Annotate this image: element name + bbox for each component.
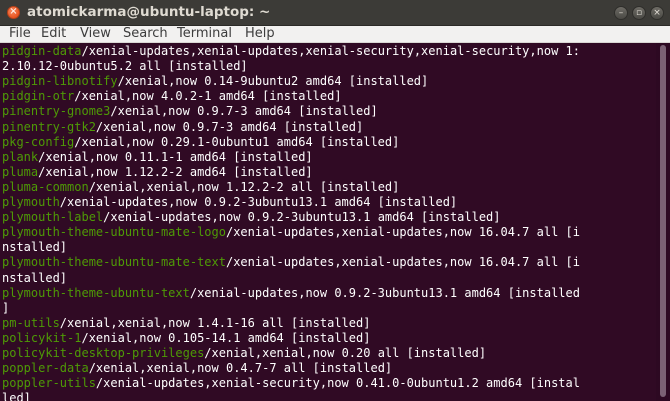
package-name: pidgin-libnotify xyxy=(2,74,118,89)
minimize-button[interactable]: – xyxy=(614,6,628,20)
terminal-line: poppler-utils/xenial-updates,xenial-secu… xyxy=(2,376,580,391)
package-details: /xenial,xenial,now 1.12.2-2 all [install… xyxy=(88,179,400,194)
package-name: pidgin-data xyxy=(2,44,82,58)
scrollbar-thumb[interactable] xyxy=(660,45,666,397)
package-details: nstalled] xyxy=(2,240,68,255)
title-bar[interactable]: × atomickarma@ubuntu-laptop: ~ – ▫ × xyxy=(0,0,670,26)
terminal-line: 2.10.12-0ubuntu5.2 all [installed] xyxy=(2,59,248,74)
terminal-line: plymouth/xenial-updates,now 0.9.2-3ubunt… xyxy=(2,195,457,210)
terminal-line: pm-utils/xenial,xenial,now 1.4.1-16 all … xyxy=(2,316,370,331)
terminal-line: plymouth-theme-ubuntu-mate-text/xenial-u… xyxy=(2,255,580,270)
terminal-line: pluma-common/xenial,xenial,now 1.12.2-2 … xyxy=(2,180,399,195)
package-name: pinentry-gtk2 xyxy=(2,119,96,134)
package-details: /xenial-updates,xenial-updates,now 16.04… xyxy=(225,225,580,240)
package-details: /xenial,now 0.105-14.1 amd64 [installed] xyxy=(81,330,371,345)
package-details: /xenial,xenial,now 1.4.1-16 all [install… xyxy=(59,315,371,330)
package-details: /xenial,now 0.9.7-3 amd64 [installed] xyxy=(110,104,378,119)
package-name: plymouth-theme-ubuntu-text xyxy=(2,285,190,300)
terminal-line: nstalled] xyxy=(2,240,67,255)
minimize-icon: – xyxy=(618,8,624,18)
package-details: nstalled] xyxy=(2,270,68,285)
package-name: poppler-data xyxy=(2,361,89,376)
package-details: /xenial,xenial,now 0.4.7-7 all [installe… xyxy=(88,361,393,376)
package-name: plymouth-label xyxy=(2,210,104,225)
package-details: /xenial-updates,xenial-updates,now 16.04… xyxy=(225,255,580,270)
terminal-line: plymouth-theme-ubuntu-text/xenial-update… xyxy=(2,286,580,301)
terminal-window: × atomickarma@ubuntu-laptop: ~ – ▫ × Fil… xyxy=(0,0,670,401)
menu-file[interactable]: File xyxy=(9,26,31,42)
terminal-line: pidgin-libnotify/xenial,now 0.14-9ubuntu… xyxy=(2,74,428,89)
package-details: ] xyxy=(2,300,10,315)
package-name: pidgin-otr xyxy=(2,89,75,104)
package-name: poppler-utils xyxy=(2,376,96,391)
package-name: pinentry-gnome3 xyxy=(2,104,111,119)
package-name: pm-utils xyxy=(2,315,60,330)
package-name: pluma xyxy=(2,164,39,179)
package-name: plymouth xyxy=(2,195,60,209)
terminal-line: pkg-config/xenial,now 0.29.1-0ubuntu1 am… xyxy=(2,135,399,150)
maximize-icon: ▫ xyxy=(635,8,643,18)
package-details: /xenial-updates,xenial-security,now 0.41… xyxy=(95,376,580,391)
terminal-line: plymouth-theme-ubuntu-mate-logo/xenial-u… xyxy=(2,225,580,240)
terminal-line: ] xyxy=(2,301,9,316)
package-name: policykit-desktop-privileges xyxy=(2,346,205,360)
terminal-line: pidgin-data/xenial-updates,xenial-update… xyxy=(2,44,580,59)
scrollbar[interactable] xyxy=(656,43,670,401)
package-details: /xenial,now 0.29.1-0ubuntu1 amd64 [insta… xyxy=(74,134,400,149)
close-window-button[interactable]: × xyxy=(650,6,664,20)
terminal-line: pluma/xenial,now 1.12.2-2 amd64 [install… xyxy=(2,165,313,180)
package-details: /xenial,now 4.0.2-1 amd64 [installed] xyxy=(74,89,342,104)
package-name: plank xyxy=(2,149,39,164)
menu-edit[interactable]: Edit xyxy=(41,26,66,42)
menu-terminal[interactable]: Terminal xyxy=(177,26,232,42)
close-window-icon: × xyxy=(653,8,661,18)
package-details: /xenial,xenial,now 0.20 all [installed] xyxy=(204,346,487,360)
terminal-line: poppler-data/xenial,xenial,now 0.4.7-7 a… xyxy=(2,361,392,376)
terminal-line: led] xyxy=(2,391,31,401)
package-name: policykit-1 xyxy=(2,330,82,345)
package-name: plymouth-theme-ubuntu-mate-text xyxy=(2,255,226,270)
package-details: /xenial,now 0.14-9ubuntu2 amd64 [install… xyxy=(117,74,429,89)
close-button[interactable]: × xyxy=(7,6,20,19)
terminal-line: policykit-1/xenial,now 0.105-14.1 amd64 … xyxy=(2,331,370,346)
terminal-output[interactable]: pidgin-data/xenial-updates,xenial-update… xyxy=(0,43,656,401)
package-details: /xenial,now 1.12.2-2 amd64 [installed] xyxy=(38,164,313,179)
package-details: led] xyxy=(2,391,31,401)
terminal-line: pidgin-otr/xenial,now 4.0.2-1 amd64 [ins… xyxy=(2,89,342,104)
window-title: atomickarma@ubuntu-laptop: ~ xyxy=(27,4,271,20)
package-details: /xenial-updates,now 0.9.2-3ubuntu13.1 am… xyxy=(103,210,501,225)
package-details: /xenial-updates,now 0.9.2-3ubuntu13.1 am… xyxy=(189,285,580,300)
maximize-button[interactable]: ▫ xyxy=(632,6,646,20)
terminal-line: policykit-desktop-privileges/xenial,xeni… xyxy=(2,346,486,361)
package-name: plymouth-theme-ubuntu-mate-logo xyxy=(2,225,226,240)
package-name: pkg-config xyxy=(2,134,75,149)
package-details: /xenial-updates,now 0.9.2-3ubuntu13.1 am… xyxy=(59,195,458,209)
terminal-line: pinentry-gtk2/xenial,now 0.9.7-3 amd64 [… xyxy=(2,120,363,135)
terminal-line: plymouth-label/xenial-updates,now 0.9.2-… xyxy=(2,210,501,225)
package-details: /xenial,now 0.11.1-1 amd64 [installed] xyxy=(38,149,313,164)
terminal-line: nstalled] xyxy=(2,271,67,286)
package-details: /xenial,now 0.9.7-3 amd64 [installed] xyxy=(95,119,364,134)
package-details: /xenial-updates,xenial-updates,xenial-se… xyxy=(81,44,580,58)
menu-search[interactable]: Search xyxy=(123,26,168,42)
menu-help[interactable]: Help xyxy=(245,26,275,42)
terminal-line: pinentry-gnome3/xenial,now 0.9.7-3 amd64… xyxy=(2,104,378,119)
terminal-line: plank/xenial,now 0.11.1-1 amd64 [install… xyxy=(2,150,313,165)
menu-view[interactable]: View xyxy=(80,26,111,42)
close-icon: × xyxy=(9,6,18,17)
package-details: 2.10.12-0ubuntu5.2 all [installed] xyxy=(2,59,248,74)
menu-bar: File Edit View Search Terminal Help xyxy=(0,26,670,43)
package-name: pluma-common xyxy=(2,179,89,194)
